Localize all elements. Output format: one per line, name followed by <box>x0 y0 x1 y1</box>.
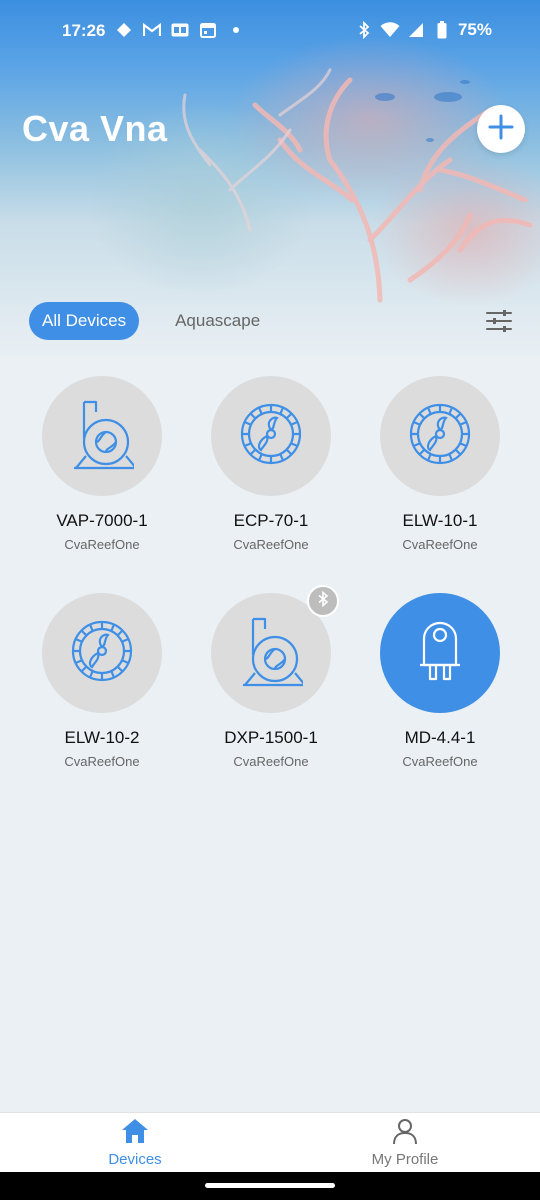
bluetooth-badge <box>307 585 339 617</box>
device-card[interactable]: ELW-10-1 CvaReefOne <box>356 376 524 552</box>
gmail-icon <box>142 20 162 40</box>
device-name: MD-4.4-1 <box>404 728 476 747</box>
tab-all-devices[interactable]: All Devices <box>29 302 140 340</box>
wave-pump-icon <box>239 402 303 471</box>
bluetooth-icon <box>354 20 374 40</box>
device-icon-circle[interactable] <box>211 376 331 496</box>
home-icon <box>120 1119 150 1149</box>
nav-my-profile[interactable]: My Profile <box>345 1117 465 1168</box>
page-title: Cva Vna <box>22 108 168 149</box>
device-name: ELW-10-1 <box>402 511 478 530</box>
device-card[interactable]: DXP-1500-1 CvaReefOne <box>187 585 355 769</box>
device-icon-circle[interactable] <box>380 593 500 713</box>
device-brand: CvaReefOne <box>402 537 478 552</box>
nav-devices-label: Devices <box>108 1151 162 1168</box>
tab-bar: All Devices Aquascape <box>29 302 260 340</box>
centrifugal-pump-icon <box>70 398 138 475</box>
wave-pump-icon <box>70 619 134 688</box>
device-brand: CvaReefOne <box>402 754 478 769</box>
device-name: DXP-1500-1 <box>224 728 318 747</box>
gesture-bar <box>0 1172 540 1200</box>
device-card[interactable]: ECP-70-1 CvaReefOne <box>187 376 355 552</box>
plus-icon <box>488 114 514 145</box>
device-card[interactable]: ELW-10-2 CvaReefOne <box>18 593 186 769</box>
device-icon-circle[interactable] <box>42 376 162 496</box>
add-device-button[interactable] <box>477 105 525 153</box>
dosing-pump-icon <box>418 621 462 686</box>
bluetooth-icon <box>317 590 329 612</box>
dot-icon <box>226 20 246 40</box>
device-name: ELW-10-2 <box>64 728 140 747</box>
person-icon <box>391 1119 419 1149</box>
tab-aquascape[interactable]: Aquascape <box>175 311 260 331</box>
device-icon-circle[interactable] <box>211 585 339 713</box>
device-icon-circle[interactable] <box>380 376 500 496</box>
device-card[interactable]: VAP-7000-1 CvaReefOne <box>18 376 186 552</box>
device-name: ECP-70-1 <box>233 511 309 530</box>
battery-icon <box>432 20 452 40</box>
wave-pump-icon <box>408 402 472 471</box>
filter-button[interactable] <box>484 306 514 336</box>
home-indicator[interactable] <box>205 1183 335 1188</box>
wifi-icon <box>380 20 400 40</box>
device-brand: CvaReefOne <box>233 754 309 769</box>
diamond-icon <box>114 20 134 40</box>
device-card[interactable]: MD-4.4-1 CvaReefOne <box>356 593 524 769</box>
device-brand: CvaReefOne <box>233 537 309 552</box>
device-icon-circle[interactable] <box>42 593 162 713</box>
bottom-nav: Devices My Profile <box>0 1112 540 1172</box>
nav-devices[interactable]: Devices <box>75 1117 195 1168</box>
sliders-icon <box>484 310 514 340</box>
signal-icon <box>406 20 426 40</box>
status-bar: 17:26 75% <box>0 0 540 60</box>
nav-my-profile-label: My Profile <box>371 1151 439 1168</box>
calendar-icon <box>198 20 218 40</box>
device-brand: CvaReefOne <box>64 537 140 552</box>
device-name: VAP-7000-1 <box>56 511 148 530</box>
centrifugal-pump-icon <box>239 615 307 692</box>
ge-icon <box>170 20 190 40</box>
device-brand: CvaReefOne <box>64 754 140 769</box>
battery-level: 75% <box>457 20 492 39</box>
status-time: 17:26 <box>62 21 106 40</box>
